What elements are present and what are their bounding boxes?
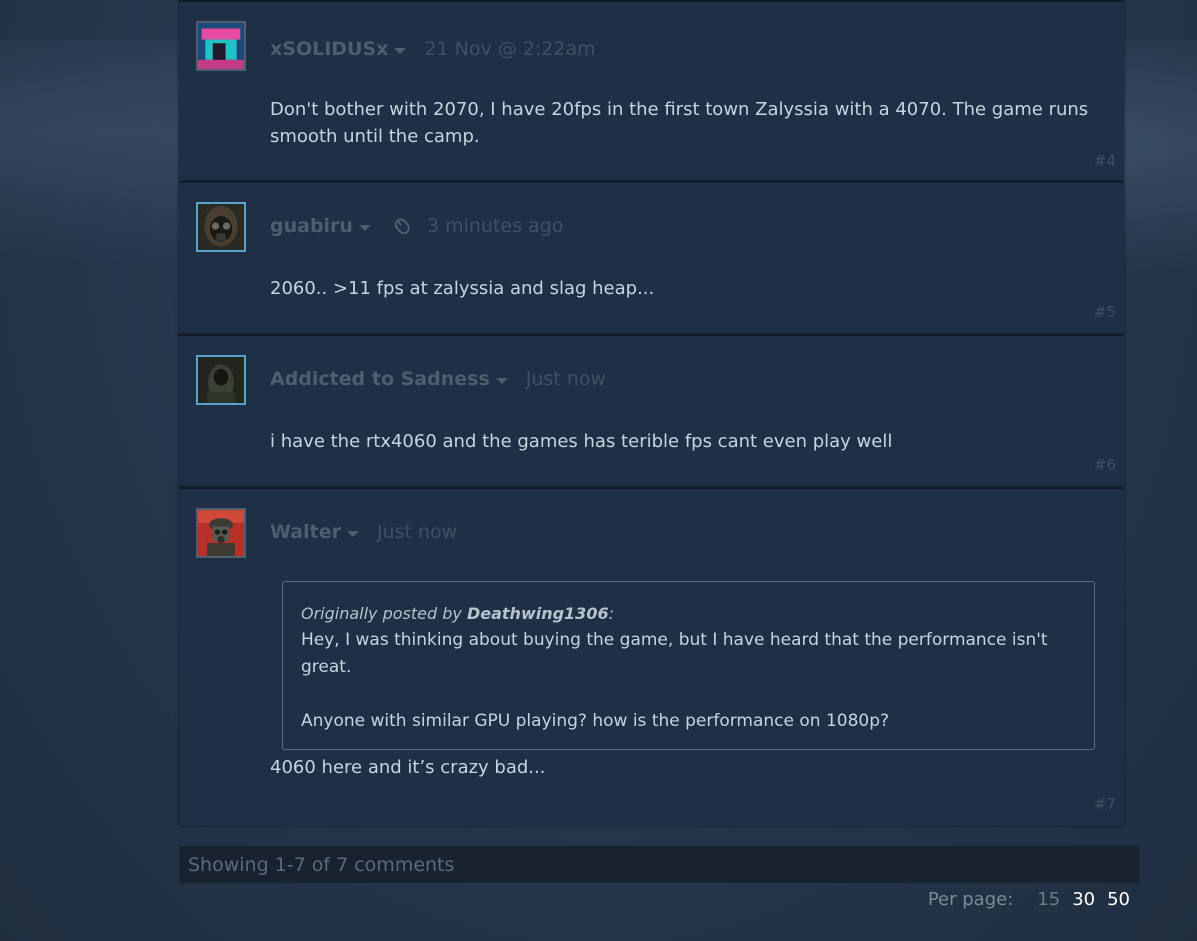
comment-text: 4060 here and it’s crazy bad...: [270, 757, 546, 778]
caret-down-icon[interactable]: [495, 377, 508, 384]
per-page-label: Per page:: [927, 889, 1014, 910]
comment-count-bar: Showing 1-7 of 7 comments: [179, 846, 1139, 883]
quote-author[interactable]: Deathwing1306: [467, 604, 609, 623]
comment-text: i have the rtx4060 and the games has ter…: [270, 431, 893, 452]
avatar[interactable]: [196, 21, 246, 71]
timestamp: Just now: [376, 521, 458, 543]
author-name[interactable]: xSOLIDUSx: [270, 38, 388, 60]
avatar[interactable]: [196, 508, 246, 558]
comment-thread: xSOLIDUSx 21 Nov @ 2:22am Don't bother w…: [179, 0, 1124, 826]
comment-item: Addicted to Sadness Just now i have the …: [179, 334, 1124, 487]
comment-item: xSOLIDUSx 21 Nov @ 2:22am Don't bother w…: [179, 0, 1124, 181]
timestamp: 3 minutes ago: [426, 215, 564, 237]
comment-item: guabiru 3 minutes ago 2060.. >11 fps at …: [179, 181, 1124, 334]
caret-down-icon[interactable]: [394, 47, 407, 54]
avatar[interactable]: [196, 202, 246, 252]
per-page-selector: Per page: 15 30 50: [928, 889, 1130, 910]
showing-text: Showing 1-7 of 7 comments: [188, 854, 455, 876]
timestamp: Just now: [525, 368, 607, 390]
avatar[interactable]: [196, 355, 246, 405]
quote-line: Anyone with similar GPU playing? how is …: [301, 711, 890, 731]
caret-down-icon[interactable]: [358, 224, 371, 231]
author-name[interactable]: Addicted to Sadness: [270, 368, 490, 390]
per-page-option-30[interactable]: 30: [1072, 889, 1095, 910]
quote-prefix: Originally posted by: [301, 604, 467, 623]
quoted-post: Originally posted by Deathwing1306: Hey,…: [282, 581, 1095, 750]
comment-number[interactable]: #4: [1094, 152, 1116, 170]
timestamp: 21 Nov @ 2:22am: [424, 38, 596, 60]
comment-text: Don't bother with 2070, I have 20fps in …: [270, 99, 1089, 147]
caret-down-icon[interactable]: [346, 530, 359, 537]
mouse-icon: [391, 215, 413, 237]
quote-suffix: :: [608, 604, 614, 623]
comment-number[interactable]: #5: [1094, 303, 1116, 321]
comment-text: 2060.. >11 fps at zalyssia and slag heap…: [270, 278, 655, 299]
quote-line: Hey, I was thinking about buying the gam…: [301, 630, 1048, 677]
comment-item: Walter Just now Originally posted by Dea…: [179, 487, 1124, 826]
quote-header: Originally posted by Deathwing1306:: [301, 600, 1076, 627]
author-name[interactable]: guabiru: [270, 215, 353, 237]
comment-number[interactable]: #7: [1094, 795, 1116, 813]
author-name[interactable]: Walter: [270, 521, 341, 543]
per-page-option-15[interactable]: 15: [1037, 889, 1060, 910]
comment-number[interactable]: #6: [1094, 456, 1116, 474]
per-page-option-50[interactable]: 50: [1107, 889, 1130, 910]
